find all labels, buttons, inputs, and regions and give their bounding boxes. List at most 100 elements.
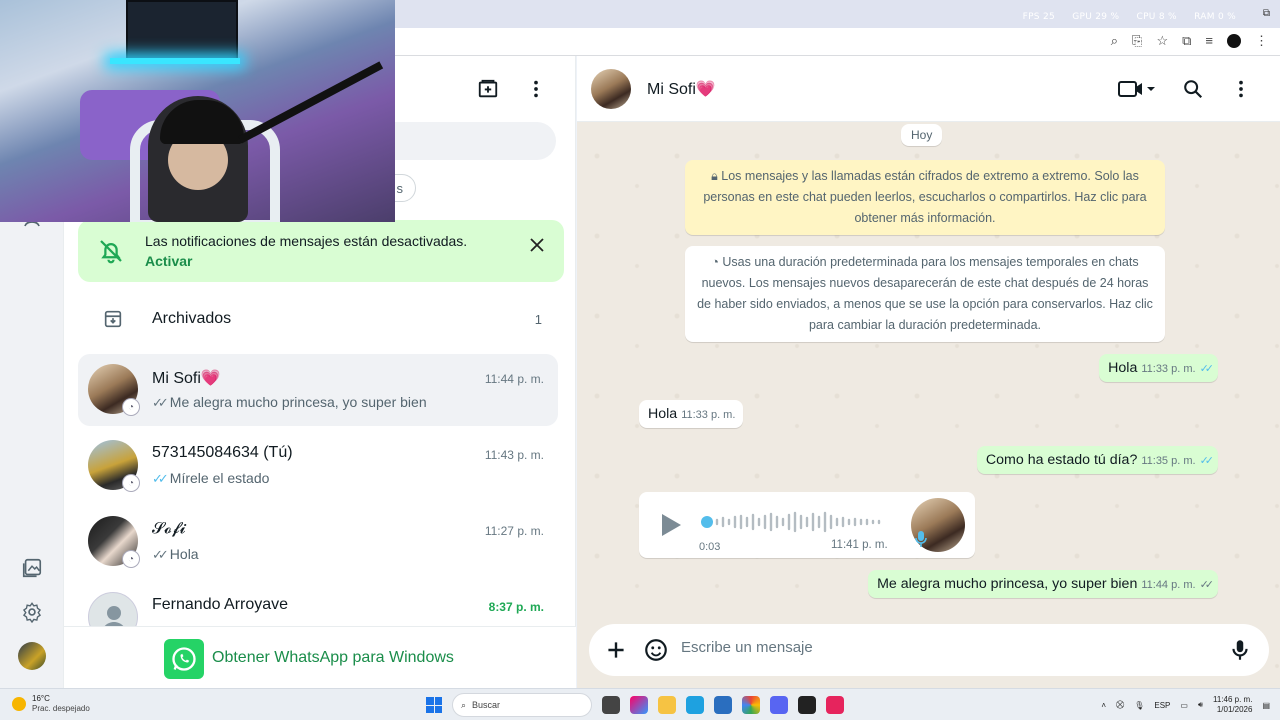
chat-time: 8:37 p. m. — [488, 600, 544, 614]
notifications-icon[interactable]: ▤ — [1262, 701, 1270, 710]
cpu-readout: CPU 8 % — [1136, 12, 1177, 22]
search-icon: ⌕ — [461, 699, 467, 710]
chat-name: Mi Sofi💗 — [152, 370, 221, 387]
archived-count: 1 — [534, 312, 542, 327]
message-in[interactable]: Hola 11:33 p. m. — [639, 400, 744, 428]
chat-item-mi-sofi[interactable]: ◔ Mi Sofi💗 11:44 p. m. ✓✓ Me alegra mucho… — [78, 354, 558, 426]
message-out[interactable]: Me alegra mucho princesa, yo super bien 1… — [868, 570, 1218, 598]
conversation-header[interactable]: Mi Sofi💗 — [577, 56, 1280, 122]
get-whatsapp-banner[interactable]: Obtener WhatsApp para Windows — [64, 626, 576, 688]
archived-label: Archivados — [152, 310, 232, 327]
ram-readout: RAM 0 % — [1194, 12, 1236, 22]
extensions-icon[interactable]: ⧉ — [1182, 33, 1191, 49]
chat-name: Fernando Arroyave — [152, 596, 289, 613]
tv — [126, 0, 238, 60]
mic-icon[interactable]: 🎙︎ — [1134, 701, 1144, 710]
profile-avatar[interactable] — [1227, 34, 1241, 48]
whatsapp-logo-icon — [164, 639, 204, 679]
read-ticks-icon: ✓✓ — [1199, 363, 1215, 375]
timer-icon: ◔ — [122, 550, 140, 568]
start-windows-icon[interactable] — [426, 697, 442, 713]
store-icon[interactable] — [714, 696, 732, 714]
voice-message[interactable]: 0:03 11:41 p. m. — [639, 492, 975, 558]
archived-row[interactable]: Archivados 1 — [78, 292, 564, 348]
bell-muted-icon — [96, 236, 126, 271]
double-check-icon: ✓✓ — [152, 547, 169, 562]
address-bar[interactable]: ⌕ ⎘ ☆ ⧉ ≡ ⋮ — [395, 28, 1280, 56]
discord-icon[interactable] — [770, 696, 788, 714]
chrome-icon[interactable] — [742, 696, 760, 714]
reading-list-icon[interactable]: ≡ — [1205, 33, 1213, 49]
zoom-icon[interactable]: ⌕ — [1111, 33, 1118, 49]
obs-icon[interactable] — [798, 696, 816, 714]
play-icon[interactable] — [659, 512, 683, 543]
message-out[interactable]: Hola 11:33 p. m. ✓✓ — [1099, 354, 1218, 382]
chat-item-sofi[interactable]: ◔ 𝓢𝓸𝓯𝓲 11:27 p. m. ✓✓ Hola — [78, 506, 558, 578]
tiktok-icon[interactable] — [826, 696, 844, 714]
chat-name: 573145084634 (Tú) — [152, 444, 293, 461]
language-indicator[interactable]: ESP — [1154, 701, 1170, 710]
copilot-icon[interactable] — [630, 696, 648, 714]
sun-icon — [12, 697, 26, 711]
message-input[interactable]: Escribe un mensaje — [681, 639, 813, 656]
clock[interactable]: 11:46 p. m. 1/01/2026 — [1213, 695, 1252, 715]
weather-widget[interactable]: 16°C Prac. despejado — [12, 694, 90, 714]
encryption-notice[interactable]: 🔒︎ Los mensajes y las llamadas están cif… — [685, 160, 1165, 235]
chat-name: 𝓢𝓸𝓯𝓲 — [152, 520, 186, 537]
double-check-icon: ✓✓ — [152, 395, 169, 410]
window-controls[interactable]: ⧉ — [1263, 8, 1270, 19]
message-out[interactable]: Como ha estado tú día? 11:35 p. m. ✓✓ — [976, 446, 1218, 474]
voice-record-mic-icon[interactable] — [1227, 637, 1253, 668]
media-gallery-icon[interactable] — [20, 556, 44, 580]
menu-kebab-icon[interactable] — [525, 78, 547, 105]
enable-notifications-link[interactable]: Activar — [145, 253, 192, 269]
voice-duration: 0:03 — [699, 541, 721, 553]
webcam-overlay — [0, 0, 395, 222]
voice-time: 11:41 p. m. — [831, 539, 888, 551]
get-whatsapp-label: Obtener WhatsApp para Windows — [212, 649, 454, 666]
mic-icon — [915, 530, 927, 553]
message-composer[interactable]: Escribe un mensaje — [589, 624, 1269, 676]
attach-plus-icon[interactable] — [603, 637, 629, 668]
restore-icon[interactable]: ⧉ — [1263, 8, 1270, 19]
archive-icon — [102, 308, 124, 335]
led-strip — [110, 58, 240, 64]
chat-menu-kebab-icon[interactable] — [1230, 78, 1252, 105]
notification-text: Las notificaciones de mensajes están des… — [145, 233, 468, 249]
volume-icon[interactable]: 🔊︎ — [1198, 700, 1203, 710]
task-view-icon[interactable] — [602, 696, 620, 714]
chat-time: 11:27 p. m. — [484, 524, 544, 538]
browser-menu-icon[interactable]: ⋮ — [1255, 33, 1268, 49]
timer-icon: ◔ — [711, 255, 723, 269]
fps-readout: FPS 25 — [1022, 12, 1056, 22]
waveform[interactable] — [701, 510, 887, 534]
performance-overlay: FPS 25 GPU 29 % CPU 8 % RAM 0 % — [1009, 12, 1236, 22]
display-icon[interactable]: ▭ — [1180, 701, 1188, 710]
settings-gear-icon[interactable] — [20, 600, 44, 624]
close-icon[interactable] — [528, 236, 546, 259]
mic-arm — [238, 61, 384, 144]
contact-avatar[interactable] — [591, 69, 631, 109]
contact-name[interactable]: Mi Sofi💗 — [647, 79, 716, 99]
chevron-up-icon[interactable]: ˄ — [1101, 701, 1106, 710]
disappearing-messages-notice[interactable]: ◔ Usas una duración predeterminada para … — [685, 246, 1165, 342]
file-explorer-icon[interactable] — [658, 696, 676, 714]
double-check-icon: ✓✓ — [152, 471, 169, 486]
read-ticks-icon: ✓✓ — [1199, 455, 1215, 467]
bookmark-star-icon[interactable]: ☆ — [1156, 33, 1168, 49]
my-profile-avatar[interactable] — [18, 642, 46, 670]
install-app-icon[interactable]: ⎘ — [1132, 33, 1142, 49]
network-icon[interactable]: ⛒ — [1116, 700, 1124, 710]
search-icon[interactable] — [1182, 78, 1204, 105]
emoji-icon[interactable] — [643, 637, 669, 668]
date-divider: Hoy — [901, 124, 943, 146]
weather-desc: Prac. despejado — [32, 704, 90, 713]
video-call-icon[interactable] — [1118, 79, 1156, 104]
gpu-readout: GPU 29 % — [1072, 12, 1120, 22]
edge-icon[interactable] — [686, 696, 704, 714]
taskbar-search[interactable]: ⌕ Buscar — [452, 693, 592, 717]
chat-preview: ✓✓ Me alegra mucho princesa, yo super bie… — [152, 394, 427, 410]
new-chat-icon[interactable] — [477, 78, 499, 105]
chat-item-self[interactable]: ◔ 573145084634 (Tú) 11:43 p. m. ✓✓ Mírele… — [78, 430, 558, 502]
conversation-panel: Mi Sofi💗 Hoy 🔒︎ Los mensajes y las llama… — [577, 56, 1280, 688]
